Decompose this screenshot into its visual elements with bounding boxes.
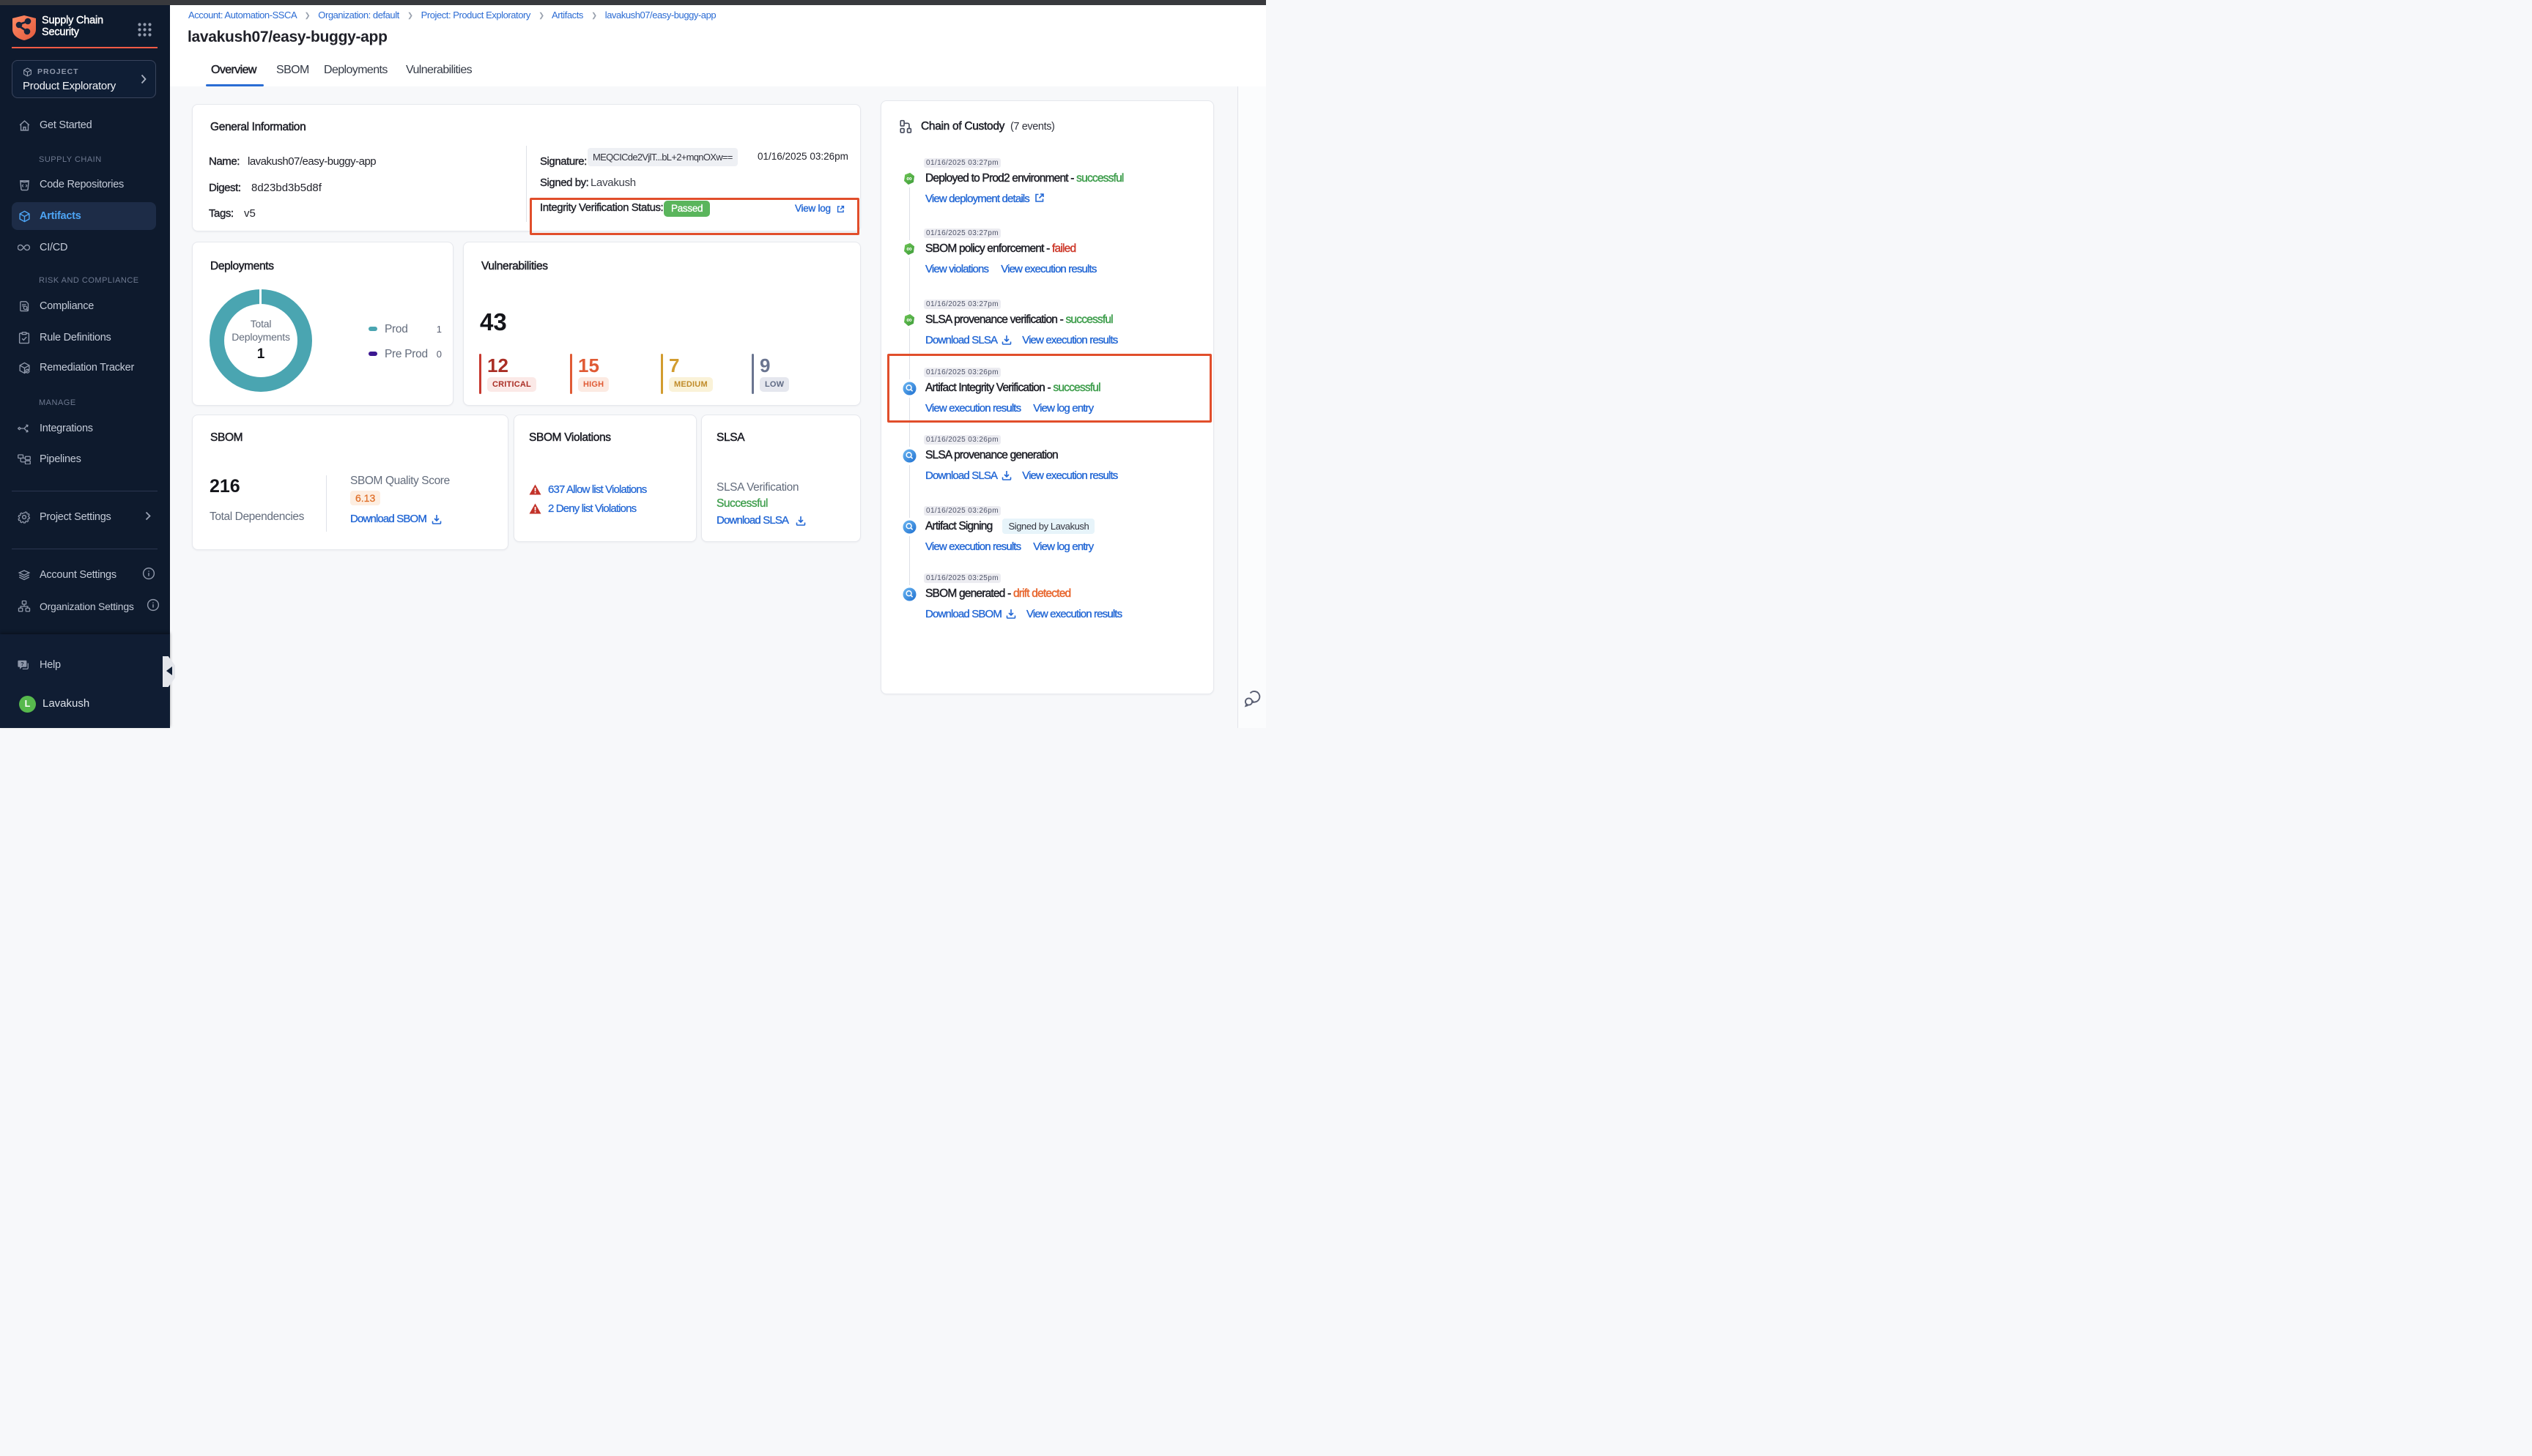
- svg-text:∞: ∞: [906, 245, 912, 253]
- svg-text:∞: ∞: [906, 174, 912, 183]
- svg-text:?: ?: [21, 660, 24, 666]
- svg-text:∞: ∞: [906, 316, 912, 324]
